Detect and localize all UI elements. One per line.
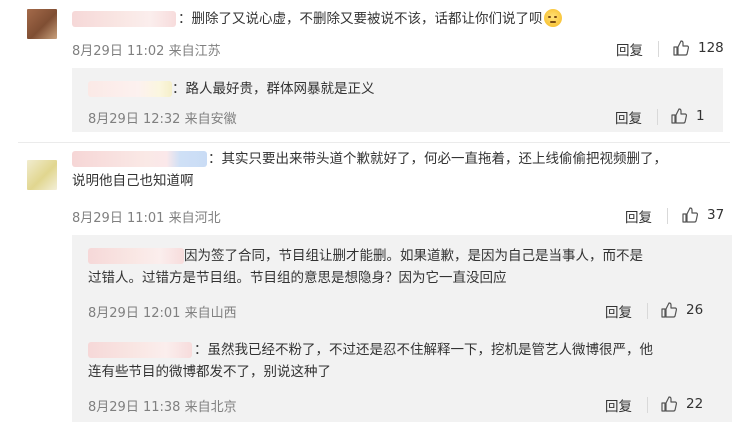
- thumbs-up-icon: [661, 396, 678, 412]
- like-button[interactable]: 1: [670, 106, 705, 126]
- username-blurred[interactable]: [72, 11, 176, 27]
- reply-text: ：路人最好贵，群体网暴就是正义: [172, 81, 375, 97]
- reply-text: 因为签了合同，节目组让删才能删。如果道歉，是因为自己是当事人，而不是 过错人。过…: [88, 245, 728, 289]
- smile-emoji-icon: [543, 9, 562, 27]
- thumbs-up-icon: [661, 302, 678, 318]
- reply-button[interactable]: 回复: [605, 301, 632, 321]
- reply-button[interactable]: 回复: [605, 395, 632, 415]
- reply-button[interactable]: 回复: [625, 206, 652, 226]
- like-count: 1: [696, 108, 705, 124]
- like-count: 22: [686, 396, 704, 412]
- reply-meta: 8月29日 11:38 来自北京: [88, 396, 237, 415]
- reply-source: 来自北京: [184, 400, 237, 415]
- like-count: 37: [707, 207, 725, 223]
- reply-text: ：虽然我已经不粉了，不过还是忍不住解释一下，挖机是管艺人微博很严，他 连有些节目…: [88, 339, 728, 383]
- comment-text: ：删除了又说心虚，不删除又要被说不该，话都让你们说了呗: [178, 8, 698, 30]
- reply-source: 来自安徽: [184, 112, 237, 127]
- reply-meta: 8月29日 12:01 来自山西: [88, 302, 237, 321]
- comment-source: 来自江苏: [168, 44, 221, 59]
- reply-time: 8月29日 12:01: [88, 306, 181, 321]
- comment-meta: 8月29日 11:01 来自河北: [72, 207, 221, 226]
- divider: [657, 109, 658, 125]
- like-count: 128: [698, 40, 724, 56]
- reply-text-line2: 连有些节目的微博都发不了，别说这种了: [88, 364, 331, 380]
- reply-button[interactable]: 回复: [615, 107, 642, 127]
- reply-text-line2: 过错人。过错方是节目组。节目组的意思是想隐身？因为它一直没回应: [88, 270, 507, 286]
- comment-text: ：其实只要出来带头道个歉就好了，何必一直拖着，还上线偷偷把视频删了， 说明他自己…: [72, 148, 732, 192]
- comment-divider: [18, 142, 730, 143]
- divider: [658, 41, 659, 57]
- reply-time: 8月29日 12:32: [88, 112, 181, 127]
- reply-text-line1: 因为签了合同，节目组让删才能删。如果道歉，是因为自己是当事人，而不是: [184, 248, 643, 264]
- comment-time: 8月29日 11:01: [72, 211, 165, 226]
- reply-text-line1: ：虽然我已经不粉了，不过还是忍不住解释一下，挖机是管艺人微博很严，他: [194, 342, 653, 358]
- reply-meta: 8月29日 12:32 来自安徽: [88, 108, 237, 127]
- like-button[interactable]: 22: [660, 394, 703, 414]
- like-button[interactable]: 26: [660, 300, 703, 320]
- reply-time: 8月29日 11:38: [88, 400, 181, 415]
- divider: [647, 303, 648, 319]
- like-count: 26: [686, 302, 704, 318]
- like-button[interactable]: 37: [681, 205, 724, 225]
- comment-meta: 8月29日 11:02 来自江苏: [72, 40, 221, 59]
- thumbs-up-icon: [682, 207, 699, 223]
- avatar[interactable]: [27, 160, 57, 190]
- comment-text-line2: 说明他自己也知道啊: [72, 173, 194, 189]
- divider: [667, 208, 668, 224]
- divider: [647, 397, 648, 413]
- reply-source: 来自山西: [184, 306, 237, 321]
- avatar[interactable]: [27, 9, 57, 39]
- comment-text-line1: ：其实只要出来带头道个歉就好了，何必一直拖着，还上线偷偷把视频删了，: [208, 151, 667, 167]
- reply-button[interactable]: 回复: [616, 39, 643, 59]
- username-blurred[interactable]: [88, 81, 172, 97]
- thumbs-up-icon: [671, 108, 688, 124]
- like-button[interactable]: 128: [672, 38, 724, 58]
- comment-time: 8月29日 11:02: [72, 44, 165, 59]
- comment-source: 来自河北: [168, 211, 221, 226]
- thumbs-up-icon: [673, 40, 690, 56]
